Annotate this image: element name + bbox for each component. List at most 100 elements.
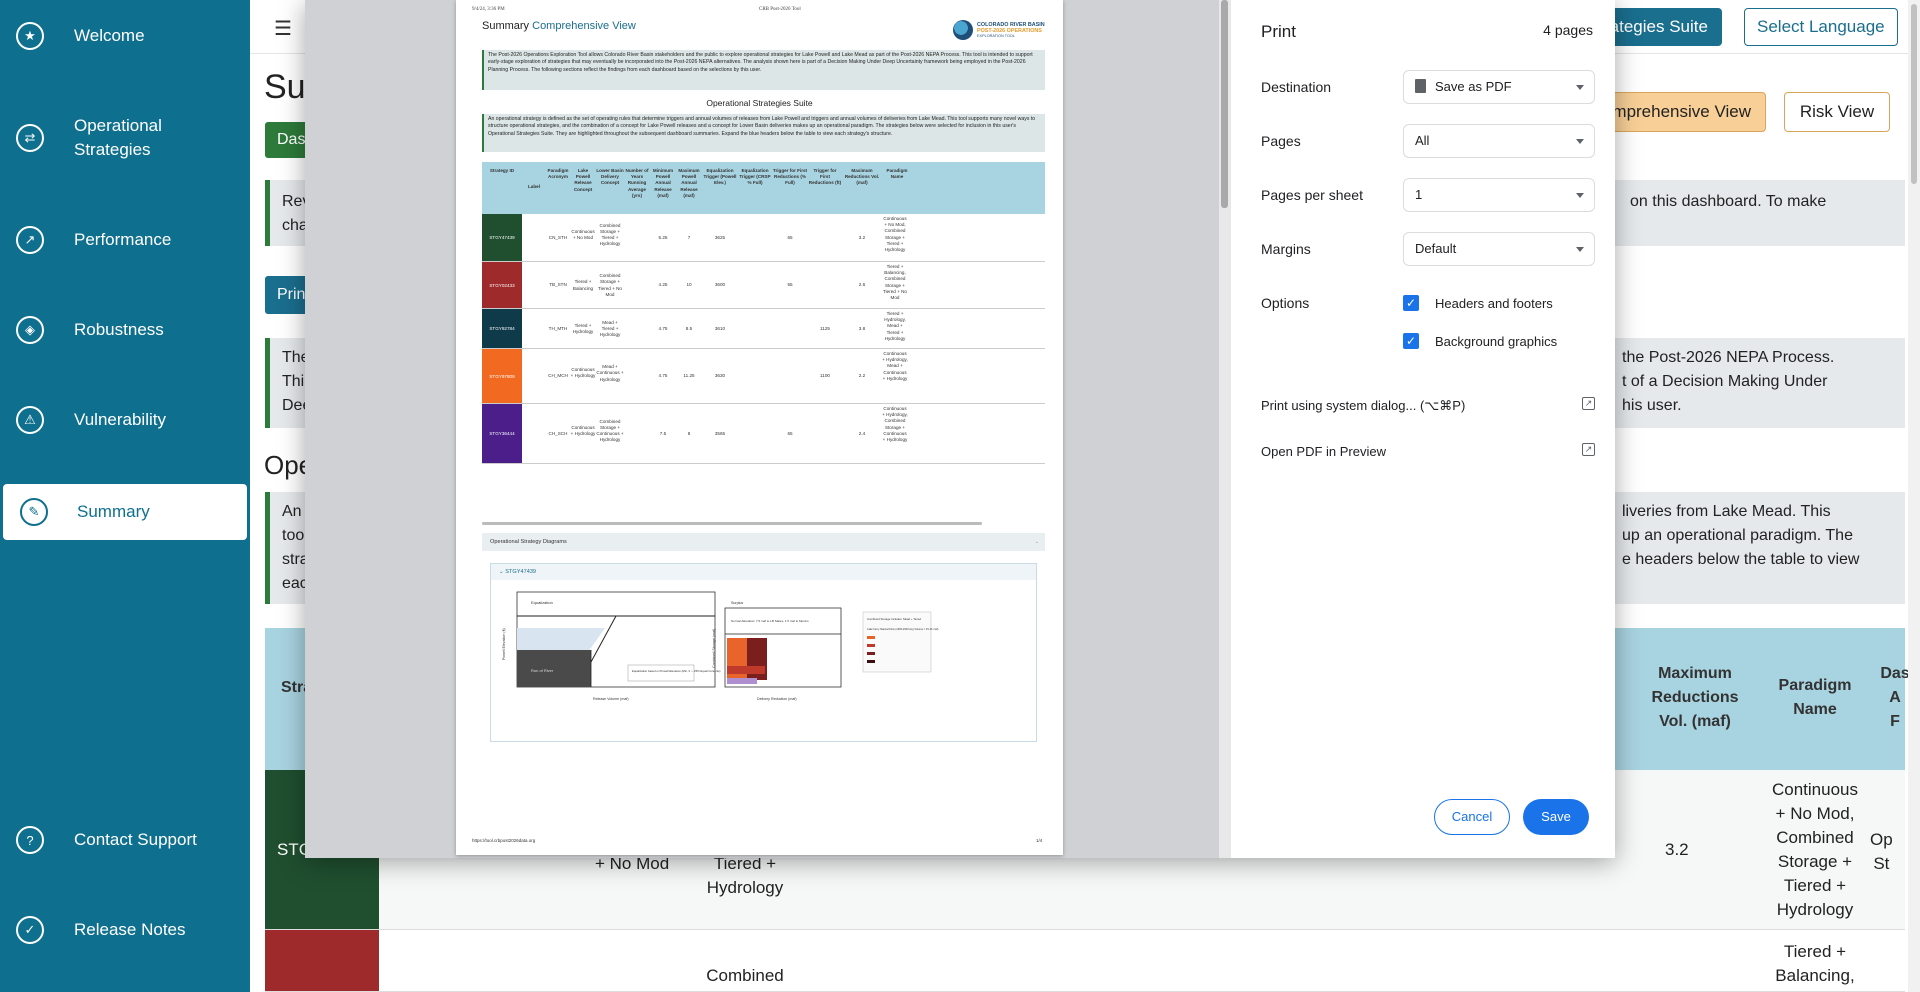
- pdf-table-scrollbar: [482, 522, 982, 525]
- pages-label: Pages: [1261, 133, 1301, 149]
- pdf-strategy-id: STGY97809: [482, 349, 522, 403]
- pdf-title: Summary Comprehensive View: [482, 20, 636, 32]
- headers-footers-checkbox[interactable]: ✓: [1403, 295, 1419, 311]
- pdf-table-header: Strategy ID Label Paradigm Acronym Lake Pow…: [482, 162, 1045, 214]
- options-label: Options: [1261, 295, 1310, 311]
- preview-scrollbar[interactable]: [1219, 0, 1230, 858]
- system-dialog-link[interactable]: Print using system dialog... (⌥⌘P) ↗: [1261, 397, 1595, 414]
- pdf-cell-acr: CH_SCH: [548, 430, 568, 436]
- pages-value: All: [1415, 133, 1430, 148]
- pdf-cell-tfr: 55: [787, 282, 793, 288]
- system-dialog-label: Print using system dialog... (⌥⌘P): [1261, 398, 1466, 413]
- pdf-cell-rel: Tiered + Balancing: [572, 279, 594, 291]
- label-run-of-river: Run of River: [531, 668, 554, 673]
- open-pdf-preview-link[interactable]: Open PDF in Preview ↗: [1261, 443, 1595, 459]
- pdf-cell-tft: 1125: [820, 325, 830, 331]
- pdf-cell-eq: 3630: [714, 373, 726, 379]
- pages-select[interactable]: All: [1403, 124, 1595, 158]
- pages-per-sheet-label: Pages per sheet: [1261, 187, 1363, 203]
- pdf-cell-del: Combined Storage + Continuous + Hydrolog…: [596, 418, 624, 443]
- pdf-cell-red: 2.2: [858, 373, 866, 379]
- pdf-cell-del: Mead + Tiered + Hydrology: [599, 319, 621, 338]
- destination-select[interactable]: Save as PDF: [1403, 70, 1595, 104]
- pdf-cell-min: 4.25: [658, 282, 668, 288]
- pdf-cell-min: 7.5: [659, 430, 667, 436]
- pdf-diagram-svg: Equalization Run of River Equalization b…: [502, 591, 939, 701]
- pdf-th: Paradigm Name: [886, 168, 908, 180]
- pdf-cell-max: 8: [687, 430, 691, 436]
- background-graphics-checkbox[interactable]: ✓: [1403, 333, 1419, 349]
- destination-value: Save as PDF: [1435, 79, 1512, 94]
- mead-delivery-diagram: Surplus Normal Allocation: 7.5 maf to LB…: [712, 601, 939, 701]
- save-button[interactable]: Save: [1523, 799, 1589, 835]
- margins-select[interactable]: Default: [1403, 232, 1595, 266]
- print-page-count: 4 pages: [1543, 22, 1593, 38]
- pdf-th: Number of Years Running Average (yrs): [625, 168, 649, 198]
- pdf-table-row: STGY47439 CN_STH Continuous + No Mod Combin…: [482, 214, 1045, 262]
- label-equalization: Equalization: [531, 600, 553, 605]
- pdf-cell-rel: Tiered + Hydrology: [572, 322, 594, 334]
- pdf-cell-par: Continuous + Hydrology, Mead + Continuou…: [882, 351, 908, 381]
- pdf-th: Label: [528, 184, 540, 189]
- caret-down-icon: [1576, 85, 1584, 90]
- pdf-footer-url: https://tool.crbpost2026data.org: [472, 838, 536, 843]
- logo-line-3: EXPLORATION TOOL: [977, 34, 1015, 38]
- pdf-intro-text: The Post-2026 Operations Exploration Too…: [482, 50, 1045, 90]
- pdf-cell-tfr: 65: [787, 234, 793, 240]
- chevron-icon: ⌄: [1034, 539, 1039, 545]
- pdf-cell-acr: TH_MTH: [548, 325, 568, 331]
- pdf-diagrams-accordion: Operational Strategy Diagrams ⌄: [482, 533, 1045, 551]
- pdf-cell-eq: 3625: [714, 234, 726, 240]
- globe-icon: [953, 20, 973, 40]
- pdf-ops-text: An operational strategy is defined as th…: [482, 114, 1045, 152]
- pdf-cell-max: 8.5: [685, 325, 693, 331]
- pdf-strategy-id: STGY47439: [482, 214, 522, 261]
- pdf-table-row: STGY97809 CH_MCH Continuous + Hydrology Mea…: [482, 349, 1045, 404]
- pdf-th: Maximum Reductions Vol. (maf): [844, 168, 880, 186]
- scrollbar-thumb[interactable]: [1221, 0, 1228, 208]
- print-preview-area[interactable]: 9/4/24, 3:36 PM CRB Post-2026 Tool Summa…: [305, 0, 1230, 858]
- pages-per-sheet-select[interactable]: 1: [1403, 178, 1595, 212]
- pdf-cell-eq: 3610: [714, 325, 726, 331]
- pdf-preview-page: 9/4/24, 3:36 PM CRB Post-2026 Tool Summa…: [456, 0, 1063, 855]
- pdf-th: Lower Basin Delivery Concept: [596, 168, 624, 186]
- pdf-th: Trigger for First Reductions (ft): [808, 168, 842, 186]
- pdf-header-date: 9/4/24, 3:36 PM: [472, 7, 505, 12]
- pdf-cell-acr: CN_STH: [548, 234, 568, 240]
- pdf-strategy-id: STGY02433: [482, 262, 522, 308]
- pdf-cell-red: 3.8: [858, 325, 866, 331]
- pdf-cell-del: Combined Storage + Tiered + Hydrology: [599, 222, 621, 247]
- print-overlay: 9/4/24, 3:36 PM CRB Post-2026 Tool Summa…: [0, 0, 1920, 992]
- background-graphics-label[interactable]: Background graphics: [1435, 334, 1557, 349]
- pdf-cell-del: Mead + Continuous + Hydrology: [596, 364, 624, 382]
- destination-label: Destination: [1261, 79, 1332, 95]
- pdf-cell-del: Combined Storage + Tiered + No Mod: [598, 273, 622, 297]
- powell-release-diagram: Equalization Run of River Equalization b…: [502, 591, 721, 701]
- diagram2-legend-sub: Lake Ferry Natural Flow (1906-2020 Avg V…: [867, 627, 939, 631]
- diagram2-legend-title: Combined Storage Includes: Mead + Tiered: [867, 617, 921, 621]
- pages-per-sheet-value: 1: [1415, 187, 1423, 202]
- pdf-cell-rel: Continuous + No Mod: [571, 228, 595, 240]
- document-icon: [1415, 79, 1426, 93]
- pdf-title-accent: Comprehensive View: [532, 20, 636, 32]
- pdf-cell-par: Continuous + No Mod, Combined Storage + …: [883, 216, 907, 253]
- pdf-cell-min: 4.75: [658, 373, 668, 379]
- pdf-strategies-table: Strategy ID Label Paradigm Acronym Lake Pow…: [482, 162, 1045, 522]
- caret-down-icon: [1576, 247, 1584, 252]
- pdf-strategy-id: STGY36444: [482, 404, 522, 463]
- crb-logo: COLORADO RIVER BASIN POST-2026 OPERATION…: [953, 20, 1047, 42]
- pdf-strategy-id: STGY92784: [482, 309, 522, 348]
- pdf-th: Lake Powell Release Concept: [573, 168, 593, 192]
- cancel-button[interactable]: Cancel: [1434, 799, 1510, 835]
- pdf-table-row: STGY02433 TB_STN Tiered + Balancing Combine…: [482, 262, 1045, 309]
- pdf-diagram-panel: ⌄ STGY47439 Equalization Run of River Eq…: [490, 563, 1037, 742]
- pdf-th: Paradigm Acronym: [547, 168, 569, 180]
- caret-down-icon: [1576, 193, 1584, 198]
- pdf-table-row: STGY36444 CH_SCH Continuous + Hydrology Com…: [482, 404, 1045, 464]
- headers-footers-label[interactable]: Headers and footers: [1435, 296, 1553, 311]
- diagram1-note: Equalization based on Powell Elevation (…: [632, 669, 721, 673]
- external-link-icon: ↗: [1582, 397, 1595, 410]
- pdf-cell-par: Continuous + Hydrology, Combined Storage…: [882, 406, 908, 443]
- pdf-accordion-label: Operational Strategy Diagrams: [490, 539, 567, 545]
- external-link-icon: ↗: [1582, 443, 1595, 456]
